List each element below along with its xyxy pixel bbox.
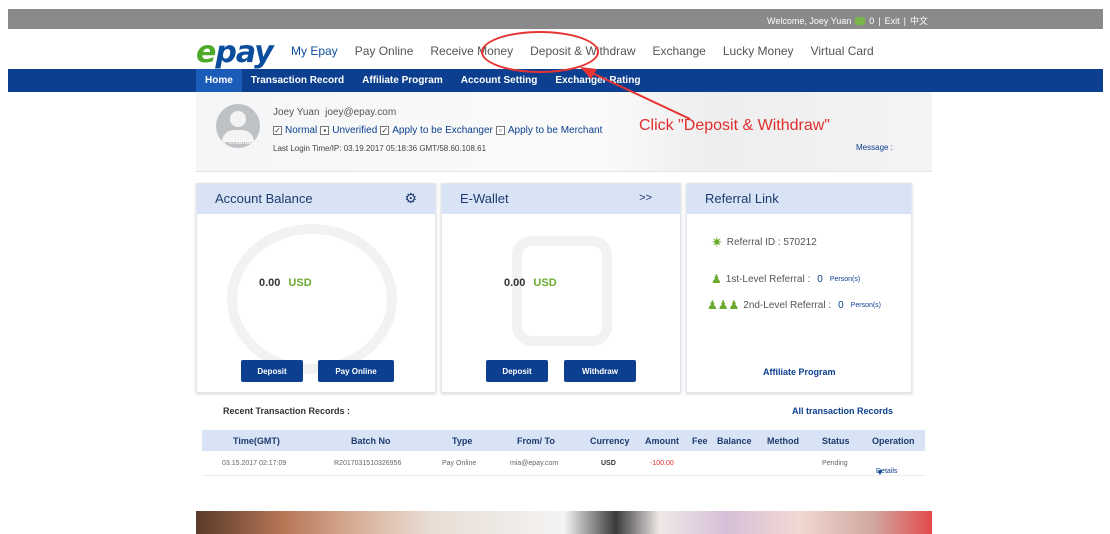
separator: | — [878, 15, 881, 26]
ewallet-title: E-Wallet — [460, 191, 509, 206]
subnav-transaction-record[interactable]: Transaction Record — [242, 69, 353, 92]
subnav-exchanger-rating[interactable]: Exchanger Rating — [546, 69, 649, 92]
top-bar: Welcome, Joey Yuan 0 | Exit | 中文 — [8, 9, 1103, 29]
profile-email: joey@epay.com — [325, 107, 397, 118]
all-records-link[interactable]: All transaction Records — [792, 406, 893, 416]
col-fee: Fee — [692, 436, 708, 446]
status-row: ✓ Normal ▪ Unverified ✓ Apply to be Exch… — [273, 125, 602, 136]
deposit-button[interactable]: Deposit — [241, 360, 303, 382]
col-currency: Currency — [590, 436, 630, 446]
ewallet-deposit-button[interactable]: Deposit — [486, 360, 548, 382]
balance-amount: 0.00 USD — [259, 277, 312, 289]
level2-count[interactable]: 0 — [838, 300, 844, 311]
status-unverified[interactable]: Unverified — [332, 125, 377, 136]
level1-row: ♟ 1st-Level Referral : 0 Person(s) — [711, 272, 860, 286]
col-method: Method — [767, 436, 799, 446]
message-link[interactable]: Message : — [856, 143, 893, 152]
level1-label: 1st-Level Referral : — [725, 273, 811, 285]
avatar-caption: Personal — [224, 139, 252, 146]
cell-amount: -100.00 — [650, 460, 674, 467]
card-header: E-Wallet >> — [442, 184, 680, 214]
nav-virtual-card[interactable]: Virtual Card — [811, 44, 874, 58]
col-balance: Balance — [717, 436, 752, 446]
col-batch: Batch No — [351, 436, 391, 446]
wallet-watermark-icon — [512, 236, 612, 346]
nav-lucky-money[interactable]: Lucky Money — [723, 44, 794, 58]
profile-name: Joey Yuan — [273, 107, 320, 118]
level2-row: ♟♟♟ 2nd-Level Referral : 0 Person(s) — [707, 298, 881, 312]
col-from-to: From/ To — [517, 436, 555, 446]
merchant-icon: ▫ — [495, 126, 505, 135]
settings-icon[interactable]: ⚙ — [404, 190, 417, 207]
profile-identity: Joey Yuan joey@epay.com — [273, 107, 602, 118]
col-amount: Amount — [645, 436, 679, 446]
avatar-head-shape — [230, 111, 246, 127]
last-login: Last Login Time/IP: 03.19.2017 05:18:36 … — [273, 144, 487, 153]
referral-card: Referral Link ✷ Referral ID : 570212 ♟ 1… — [686, 183, 912, 393]
apply-merchant-link[interactable]: Apply to be Merchant — [508, 125, 603, 136]
withdraw-button[interactable]: Withdraw — [564, 360, 636, 382]
subnav-home[interactable]: Home — [196, 69, 242, 92]
welcome-text: Welcome, Joey Yuan — [767, 15, 852, 26]
person-unit: Person(s) — [850, 301, 882, 309]
highlight-oval — [481, 31, 599, 73]
caret-down-icon: ▼ — [876, 468, 884, 477]
person-icon: ♟ — [711, 272, 722, 286]
cell-status: Pending — [822, 460, 848, 467]
recent-records-title: Recent Transaction Records : — [223, 406, 351, 416]
card-header: Referral Link — [687, 184, 911, 214]
sub-nav: Home Transaction Record Affiliate Progra… — [8, 69, 1103, 92]
check-icon: ✓ — [273, 126, 282, 135]
separator: | — [903, 15, 906, 26]
annotation-text: Click "Deposit & Withdraw" — [639, 117, 830, 134]
col-operation: Operation — [872, 436, 915, 446]
user-bar: Welcome, Joey Yuan 0 | Exit | 中文 — [767, 14, 928, 27]
coin-count: 0 — [869, 15, 875, 26]
col-time: Time(GMT) — [233, 436, 280, 446]
col-status: Status — [822, 436, 850, 446]
dollar-watermark-icon — [227, 224, 397, 374]
ewallet-more-link[interactable]: >> — [639, 192, 652, 204]
table-row: 03.15.2017 02:17:09 R2017031510326956 Pa… — [202, 452, 925, 477]
profile-info: Joey Yuan joey@epay.com ✓ Normal ▪ Unver… — [273, 107, 602, 153]
nav-my-epay[interactable]: My Epay — [291, 44, 338, 58]
account-balance-card: Account Balance ⚙ 0.00 USD Deposit Pay On… — [196, 183, 436, 393]
group-icon: ♟♟♟ — [707, 298, 740, 312]
cell-from-to: mia@epay.com — [510, 460, 559, 467]
cell-batch: R2017031510326956 — [334, 460, 402, 467]
referral-id: Referral ID : 570212 — [726, 237, 817, 248]
cell-type: Pay Online — [442, 460, 477, 467]
status-normal: Normal — [285, 125, 318, 136]
pay-online-button[interactable]: Pay Online — [318, 360, 394, 382]
records-table-header: Time(GMT) Batch No Type From/ To Currenc… — [202, 430, 925, 451]
cell-time: 03.15.2017 02:17:09 — [222, 460, 287, 467]
account-balance-title: Account Balance — [215, 191, 313, 206]
promo-banner-image[interactable] — [196, 511, 932, 534]
cell-currency: USD — [601, 460, 616, 467]
exit-link[interactable]: Exit — [885, 16, 900, 26]
apply-exchanger-link[interactable]: Apply to be Exchanger — [392, 125, 493, 136]
avatar[interactable]: Personal — [216, 104, 260, 148]
affiliate-program-link[interactable]: Affiliate Program — [763, 367, 836, 377]
referral-title: Referral Link — [705, 191, 779, 206]
star-icon: ✷ — [711, 234, 723, 250]
ewallet-amount: 0.00 USD — [504, 277, 557, 289]
check-icon: ✓ — [380, 126, 390, 135]
language-link[interactable]: 中文 — [910, 14, 928, 27]
coin-icon — [855, 16, 866, 25]
level2-label: 2nd-Level Referral : — [743, 299, 832, 311]
card-header: Account Balance ⚙ — [197, 184, 435, 214]
ewallet-card: E-Wallet >> 0.00 USD Deposit Withdraw — [441, 183, 681, 393]
referral-id-row: ✷ Referral ID : 570212 — [711, 234, 817, 251]
person-unit: Person(s) — [829, 275, 861, 283]
subnav-affiliate-program[interactable]: Affiliate Program — [353, 69, 452, 92]
level1-count[interactable]: 0 — [817, 274, 823, 285]
nav-exchange[interactable]: Exchange — [652, 44, 705, 58]
id-card-icon: ▪ — [320, 126, 330, 135]
col-type: Type — [452, 436, 473, 446]
nav-pay-online[interactable]: Pay Online — [355, 44, 414, 58]
epay-logo[interactable]: epay — [196, 35, 274, 70]
